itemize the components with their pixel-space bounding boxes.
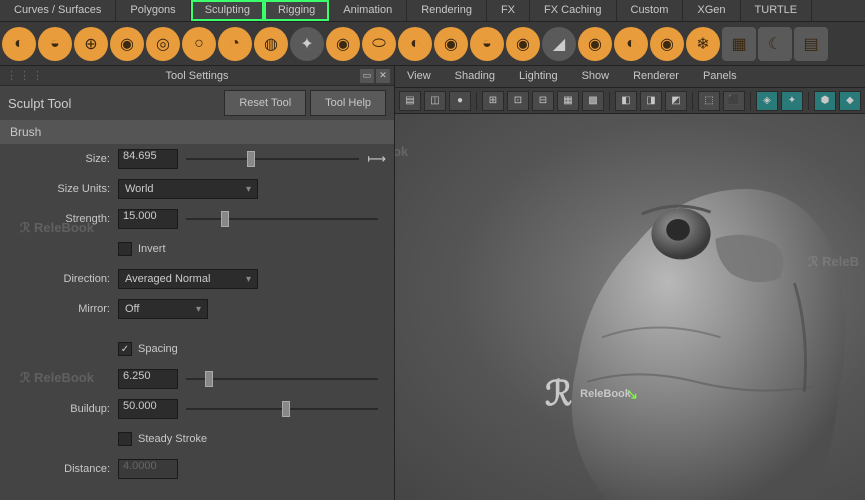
shelf-tool-16[interactable]: ◉: [578, 27, 612, 61]
vp-menu-lighting[interactable]: Lighting: [507, 66, 570, 87]
menu-curves-surfaces[interactable]: Curves / Surfaces: [0, 0, 116, 21]
vp-toolbar-btn-17[interactable]: ◈: [756, 91, 778, 111]
sculpt-mesh: [536, 145, 856, 500]
vp-toolbar-btn-10[interactable]: ◧: [615, 91, 637, 111]
shelf-tool-18[interactable]: ◉: [650, 27, 684, 61]
vp-menu-panels[interactable]: Panels: [691, 66, 749, 87]
menu-fx-caching[interactable]: FX Caching: [530, 0, 616, 21]
shelf-tool-5[interactable]: ○: [182, 27, 216, 61]
shelf-tool-15[interactable]: ◢: [542, 27, 576, 61]
shelf-tool-6[interactable]: ◔: [218, 27, 252, 61]
buildup-label: Buildup:: [8, 403, 118, 415]
shelf-tool-7[interactable]: ◍: [254, 27, 288, 61]
vp-toolbar-btn-18[interactable]: ✦: [781, 91, 803, 111]
spacing-label: Spacing: [138, 343, 178, 355]
shelf-tool-9[interactable]: ◉: [326, 27, 360, 61]
shelf-tool-17[interactable]: ◐: [614, 27, 648, 61]
shelf-tool-22[interactable]: ▤: [794, 27, 828, 61]
shelf-tool-3[interactable]: ◉: [110, 27, 144, 61]
menu-fx[interactable]: FX: [487, 0, 530, 21]
viewport-canvas[interactable]: ↘ ℛReleBook ℛ ReleB ook: [395, 114, 865, 500]
shelf-tool-13[interactable]: ◒: [470, 27, 504, 61]
distance-label: Distance:: [8, 463, 118, 475]
direction-dropdown[interactable]: Averaged Normal: [118, 269, 258, 289]
size-input[interactable]: 84.695: [118, 149, 178, 169]
vp-toolbar-btn-12[interactable]: ◩: [665, 91, 687, 111]
shelf-tool-10[interactable]: ⬭: [362, 27, 396, 61]
size-lock-icon[interactable]: ⟼: [367, 151, 386, 167]
vp-toolbar-btn-6[interactable]: ⊟: [532, 91, 554, 111]
mirror-dropdown[interactable]: Off: [118, 299, 208, 319]
vp-toolbar-btn-0[interactable]: ▤: [399, 91, 421, 111]
menu-polygons[interactable]: Polygons: [116, 0, 190, 21]
shelf-tool-19[interactable]: ❄: [686, 27, 720, 61]
vp-toolbar-btn-21[interactable]: ◆: [839, 91, 861, 111]
menu-xgen[interactable]: XGen: [683, 0, 740, 21]
vp-toolbar-btn-14[interactable]: ⬚: [698, 91, 720, 111]
panel-dock-icon[interactable]: ▭: [360, 69, 374, 83]
distance-input: 4.0000: [118, 459, 178, 479]
vp-menu-view[interactable]: View: [395, 66, 443, 87]
menu-custom[interactable]: Custom: [617, 0, 684, 21]
menu-animation[interactable]: Animation: [329, 0, 407, 21]
vp-toolbar-btn-8[interactable]: ▩: [582, 91, 604, 111]
shelf-tool-11[interactable]: ◐: [398, 27, 432, 61]
strength-input[interactable]: 15.000: [118, 209, 178, 229]
vp-toolbar-btn-5[interactable]: ⊡: [507, 91, 529, 111]
vp-toolbar-btn-11[interactable]: ◨: [640, 91, 662, 111]
steady-label: Steady Stroke: [138, 433, 207, 445]
vp-toolbar-btn-4[interactable]: ⊞: [482, 91, 504, 111]
vp-toolbar-btn-1[interactable]: ◫: [424, 91, 446, 111]
vp-menu-show[interactable]: Show: [570, 66, 622, 87]
vp-toolbar-btn-7[interactable]: ▦: [557, 91, 579, 111]
direction-label: Direction:: [8, 273, 118, 285]
spacing-slider[interactable]: [186, 370, 378, 388]
panel-title: Tool Settings: [166, 70, 229, 82]
tool-name: Sculpt Tool: [8, 96, 220, 111]
vp-menu-renderer[interactable]: Renderer: [621, 66, 691, 87]
shelf-tool-0[interactable]: ◐: [2, 27, 36, 61]
invert-checkbox[interactable]: [118, 242, 132, 256]
shelf-tool-14[interactable]: ◉: [506, 27, 540, 61]
size-slider[interactable]: [186, 150, 359, 168]
panel-close-icon[interactable]: ✕: [376, 69, 390, 83]
menu-turtle[interactable]: TURTLE: [741, 0, 813, 21]
shelf-tool-4[interactable]: ◎: [146, 27, 180, 61]
strength-slider[interactable]: [186, 210, 378, 228]
menu-rendering[interactable]: Rendering: [407, 0, 487, 21]
shelf-tool-8[interactable]: ✦: [290, 27, 324, 61]
spacing-checkbox[interactable]: [118, 342, 132, 356]
size-label: Size:: [8, 153, 118, 165]
brush-section-header[interactable]: Brush: [0, 120, 394, 144]
vp-toolbar-btn-2[interactable]: ●: [449, 91, 471, 111]
spacing-input[interactable]: 6.250: [118, 369, 178, 389]
invert-label: Invert: [138, 243, 166, 255]
vp-menu-shading[interactable]: Shading: [443, 66, 507, 87]
strength-label: Strength:: [8, 213, 118, 225]
shelf-tool-2[interactable]: ⊕: [74, 27, 108, 61]
menu-rigging[interactable]: Rigging: [264, 0, 329, 21]
buildup-slider[interactable]: [186, 400, 378, 418]
buildup-input[interactable]: 50.000: [118, 399, 178, 419]
vp-toolbar-btn-15[interactable]: ⬛: [723, 91, 745, 111]
shelf-tool-21[interactable]: ☾: [758, 27, 792, 61]
shelf-tool-12[interactable]: ◉: [434, 27, 468, 61]
sizeunits-label: Size Units:: [8, 183, 118, 195]
manipulator-arrow-icon[interactable]: ↘: [625, 384, 638, 404]
sizeunits-dropdown[interactable]: World: [118, 179, 258, 199]
menu-sculpting[interactable]: Sculpting: [191, 0, 264, 21]
steady-checkbox[interactable]: [118, 432, 132, 446]
tool-help-button[interactable]: Tool Help: [310, 90, 386, 116]
vp-toolbar-btn-20[interactable]: ⬢: [814, 91, 836, 111]
reset-tool-button[interactable]: Reset Tool: [224, 90, 306, 116]
shelf-tool-20[interactable]: ▦: [722, 27, 756, 61]
mirror-label: Mirror:: [8, 303, 118, 315]
shelf-tool-1[interactable]: ◒: [38, 27, 72, 61]
